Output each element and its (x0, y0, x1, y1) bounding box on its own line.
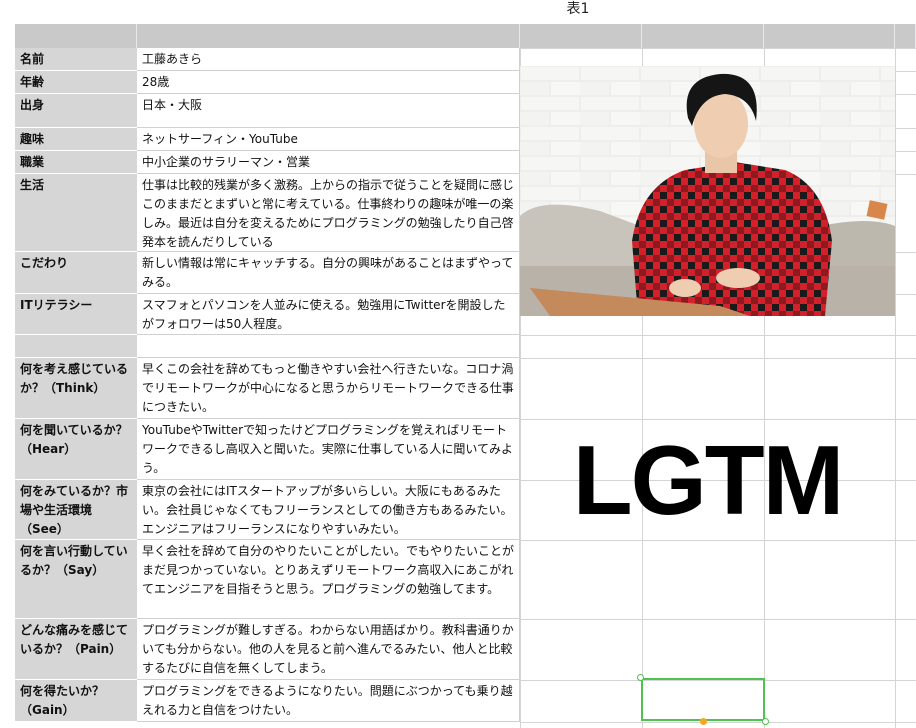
row-label[interactable]: 何をみているか？市場や生活環境（See） (15, 480, 137, 540)
grid-line (520, 358, 916, 359)
row-value[interactable]: 早くこの会社を辞めてもっと働きやすい会社へ行きたいな。コロナ渦でリモートワークが… (137, 358, 520, 419)
grid-line (520, 540, 916, 541)
row-label[interactable]: 年齢 (15, 71, 137, 94)
row-value[interactable]: 28歳 (137, 71, 520, 94)
row-value[interactable]: 仕事は比較的残業が多く激務。上からの指示で従うことを疑問に感じこのままだとまずい… (137, 174, 520, 252)
row-label[interactable]: 出身 (15, 94, 137, 128)
selection-handle-bottom-center[interactable] (700, 718, 707, 725)
row-label[interactable]: ITリテラシー (15, 294, 137, 335)
grid-line (895, 48, 896, 728)
row-value[interactable]: YouTubeやTwitterで知ったけどプログラミングを覚えればリモートワーク… (137, 419, 520, 480)
row-label[interactable]: どんな痛みを感じているか？（Pain） (15, 619, 137, 680)
column-header-1[interactable] (15, 24, 137, 48)
selection-handle-bottom-right[interactable] (762, 718, 769, 725)
row-label[interactable]: 名前 (15, 48, 137, 71)
row-label[interactable]: 趣味 (15, 128, 137, 151)
grid-line (520, 48, 916, 49)
lgtm-text: LGTM (572, 425, 845, 535)
row-label[interactable]: 何を言い行動しているか？（Say） (15, 540, 137, 619)
row-label[interactable]: 職業 (15, 151, 137, 174)
persona-photo[interactable] (520, 66, 895, 316)
row-label[interactable]: こだわり (15, 252, 137, 294)
row-value[interactable]: 早く会社を辞めて自分のやりたいことがしたい。でもやりたいことがまだ見つかっていな… (137, 540, 520, 619)
row-value[interactable]: スマフォとパソコンを人並みに使える。勉強用にTwitterを開設したがフォロワー… (137, 294, 520, 335)
row-value[interactable]: 工藤あきら (137, 48, 520, 71)
row-value[interactable]: 新しい情報は常にキャッチする。自分の興味があることはまずやってみる。 (137, 252, 520, 294)
row-value[interactable]: ネットサーフィン・YouTube (137, 128, 520, 151)
grid-line (520, 335, 916, 336)
grid-line (520, 419, 916, 420)
selected-cell[interactable] (641, 678, 765, 721)
row-label[interactable]: 何を考え感じているか？（Think） (15, 358, 137, 419)
selection-handle-top-left[interactable] (637, 674, 644, 681)
row-label[interactable] (15, 335, 137, 358)
row-value[interactable]: プログラミングをできるようになりたい。問題にぶつかっても乗り越えれる力と自信をつ… (137, 680, 520, 722)
row-value[interactable] (137, 335, 520, 358)
row-label[interactable]: 生活 (15, 174, 137, 252)
column-header-6[interactable] (895, 24, 916, 48)
grid-line (520, 619, 916, 620)
row-value[interactable]: 中小企業のサラリーマン・営業 (137, 151, 520, 174)
column-header-2[interactable] (137, 24, 520, 48)
row-value[interactable]: プログラミングが難しすぎる。わからない用語ばかり。教科書通りかいても分からない。… (137, 619, 520, 680)
person-with-laptop-photo (520, 66, 895, 316)
column-header-5[interactable] (764, 24, 895, 48)
grid-line (520, 722, 916, 723)
row-label[interactable]: 何を聞いているか？（Hear） (15, 419, 137, 480)
row-value[interactable]: 日本・大阪 (137, 94, 520, 128)
row-value[interactable]: 東京の会社にはITスタートアップが多いらしい。大阪にもあるみたい。会社員じゃなく… (137, 480, 520, 540)
column-header-3[interactable] (520, 24, 642, 48)
column-header-4[interactable] (642, 24, 764, 48)
row-label[interactable]: 何を得たいか？（Gain） (15, 680, 137, 722)
